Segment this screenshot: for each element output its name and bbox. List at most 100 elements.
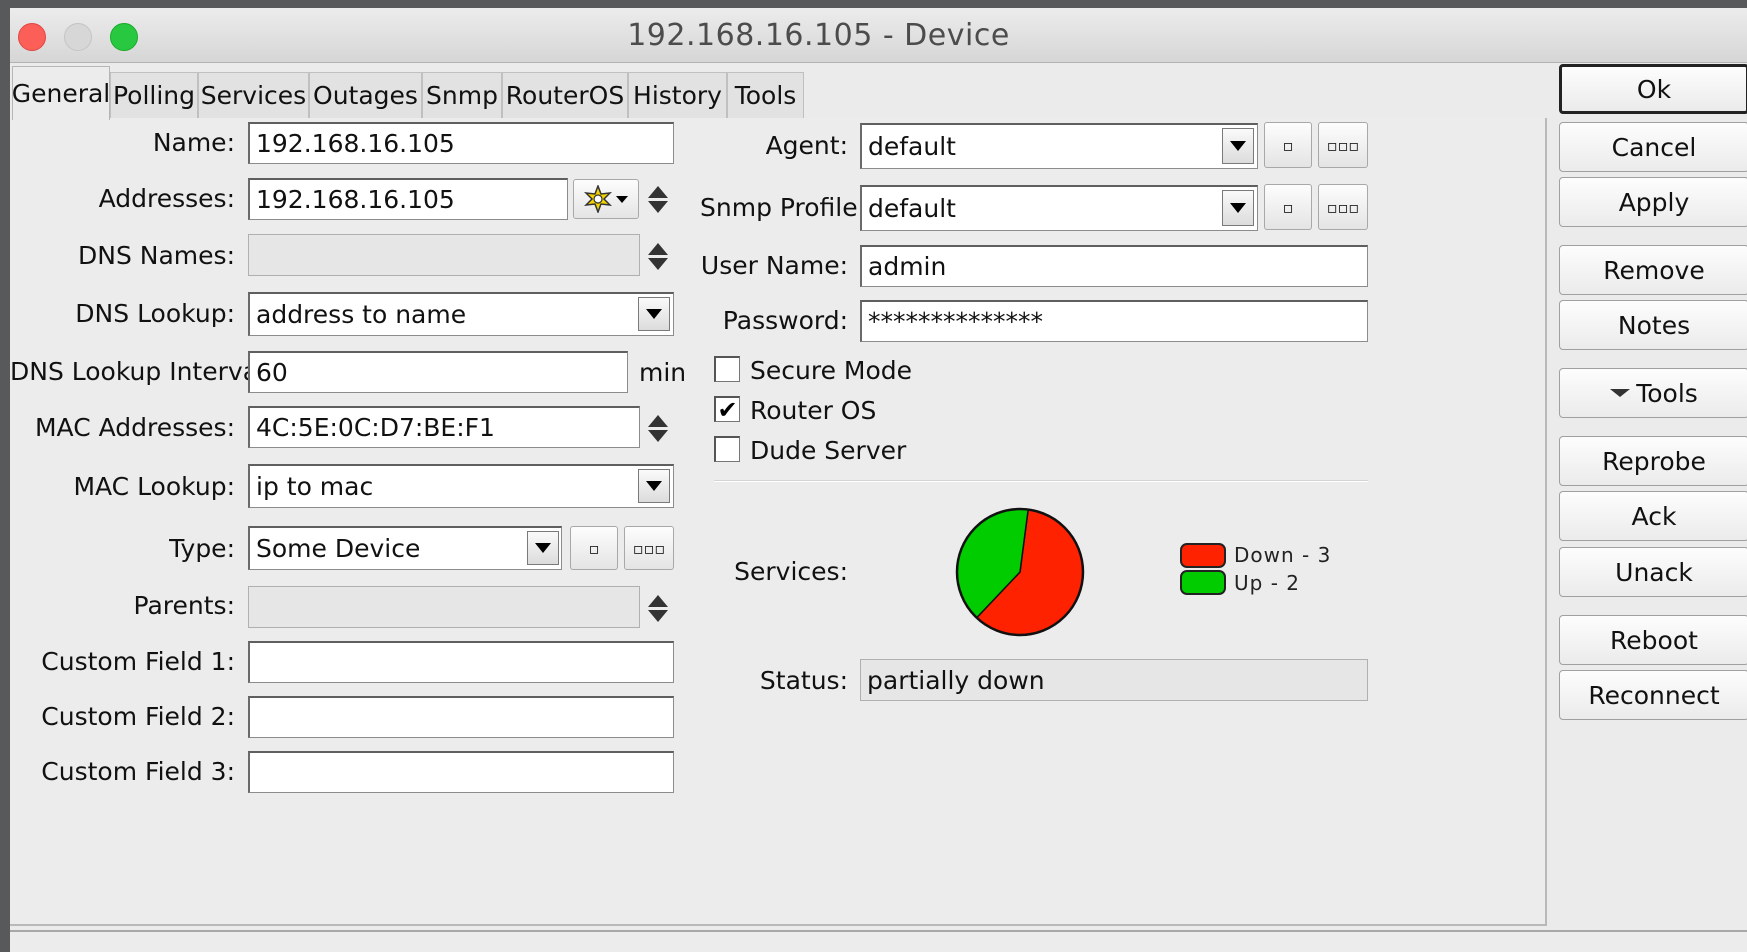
tab-tools[interactable]: Tools — [727, 72, 804, 118]
user-name-input[interactable]: admin — [860, 245, 1368, 287]
arrow-up-icon — [648, 242, 668, 255]
status-value: partially down — [860, 659, 1368, 701]
chevron-down-icon — [646, 309, 662, 319]
dns-lookup-value: address to name — [256, 300, 467, 329]
dns-names-spin[interactable] — [646, 237, 670, 275]
parents-spin[interactable] — [646, 589, 670, 627]
tab-history[interactable]: History — [628, 72, 727, 118]
dude-server-checkbox[interactable] — [714, 436, 740, 462]
tab-outages[interactable]: Outages — [309, 72, 422, 118]
parents-input[interactable] — [248, 586, 640, 628]
tools-menu-button[interactable]: Tools — [1559, 368, 1747, 418]
snmp-profile-value: default — [868, 194, 956, 223]
tab-snmp[interactable]: Snmp — [422, 72, 502, 118]
cancel-button[interactable]: Cancel — [1559, 122, 1747, 172]
type-edit-button[interactable]: ▫ — [570, 526, 618, 570]
services-label: Services: — [734, 557, 848, 586]
snmp-profile-label: Snmp Profile: — [700, 193, 867, 222]
tab-routeros[interactable]: RouterOS — [502, 72, 628, 118]
custom-field-2-label: Custom Field 2: — [41, 702, 235, 731]
chevron-down-icon — [616, 195, 628, 203]
ack-button[interactable]: Ack — [1559, 491, 1747, 541]
secure-mode-label: Secure Mode — [750, 356, 913, 385]
addresses-input[interactable]: 192.168.16.105 — [248, 178, 568, 220]
reconnect-button[interactable]: Reconnect — [1559, 670, 1747, 720]
mac-lookup-value: ip to mac — [256, 472, 374, 501]
agent-value: default — [868, 132, 956, 161]
chevron-down-icon — [646, 481, 662, 491]
arrow-up-icon — [648, 185, 668, 198]
dns-lookup-interval-input[interactable]: 60 — [248, 351, 628, 393]
name-label: Name: — [152, 128, 235, 157]
type-dropdown-button[interactable] — [527, 531, 559, 565]
agent-select[interactable]: default — [860, 123, 1258, 169]
mac-lookup-dropdown-button[interactable] — [638, 469, 670, 503]
router-os-checkbox[interactable]: ✔ — [714, 396, 740, 422]
custom-field-3-input[interactable] — [248, 751, 674, 793]
apply-button[interactable]: Apply — [1559, 177, 1747, 227]
snmp-profile-edit-button[interactable]: ▫ — [1264, 184, 1312, 230]
services-pie-chart — [955, 507, 1085, 637]
dns-names-input[interactable] — [248, 234, 640, 276]
mac-addresses-input[interactable]: 4C:5E:0C:D7:BE:F1 — [248, 406, 640, 448]
password-label: Password: — [722, 306, 848, 335]
notes-button[interactable]: Notes — [1559, 300, 1747, 350]
chevron-down-icon — [535, 543, 551, 553]
agent-edit-button[interactable]: ▫ — [1264, 122, 1312, 168]
agent-browse-button[interactable]: ▫▫▫ — [1318, 122, 1368, 168]
legend-label-up: Up - 2 — [1234, 571, 1300, 595]
snmp-profile-browse-button[interactable]: ▫▫▫ — [1318, 184, 1368, 230]
secure-mode-checkbox[interactable] — [714, 356, 740, 382]
snmp-profile-dropdown-button[interactable] — [1222, 190, 1254, 226]
unack-button[interactable]: Unack — [1559, 547, 1747, 597]
user-name-label: User Name: — [700, 251, 848, 280]
checkmark-icon: ✔ — [717, 395, 738, 424]
custom-field-2-input[interactable] — [248, 696, 674, 738]
interval-unit: min — [639, 358, 687, 387]
type-label: Type: — [169, 534, 235, 563]
menu-triangle-icon — [1610, 389, 1631, 397]
device-window: 192.168.16.105 - Device General Polling … — [10, 8, 1747, 952]
chevron-down-icon — [1230, 203, 1246, 213]
dns-lookup-label: DNS Lookup: — [75, 299, 235, 328]
dude-server-label: Dude Server — [750, 436, 907, 465]
type-select[interactable]: Some Device — [248, 526, 562, 570]
custom-field-1-input[interactable] — [248, 641, 674, 683]
tools-button-label: Tools — [1636, 378, 1698, 408]
agent-dropdown-button[interactable] — [1222, 128, 1254, 164]
ok-button[interactable]: Ok — [1559, 64, 1747, 114]
dns-names-label: DNS Names: — [78, 241, 235, 270]
password-input[interactable]: ************** — [860, 300, 1368, 342]
arrow-down-icon — [648, 200, 668, 213]
arrow-down-icon — [648, 609, 668, 622]
dns-lookup-select[interactable]: address to name — [248, 292, 674, 336]
chevron-down-icon — [1230, 141, 1246, 151]
remove-button[interactable]: Remove — [1559, 245, 1747, 295]
addresses-spin[interactable] — [646, 180, 670, 218]
gear-star-icon — [584, 185, 612, 213]
addresses-label: Addresses: — [98, 184, 235, 213]
mac-lookup-select[interactable]: ip to mac — [248, 464, 674, 508]
reprobe-button[interactable]: Reprobe — [1559, 436, 1747, 486]
status-label: Status: — [759, 666, 848, 695]
arrow-down-icon — [648, 257, 668, 270]
address-actions-button[interactable] — [573, 179, 639, 219]
legend-swatch-down — [1180, 543, 1226, 568]
type-browse-button[interactable]: ▫▫▫ — [624, 526, 674, 570]
custom-field-3-label: Custom Field 3: — [41, 757, 235, 786]
mac-addresses-label: MAC Addresses: — [34, 413, 235, 442]
general-panel — [10, 118, 1547, 926]
type-value: Some Device — [256, 534, 421, 563]
router-os-label: Router OS — [750, 396, 877, 425]
arrow-up-icon — [648, 594, 668, 607]
mac-addresses-spin[interactable] — [646, 409, 670, 447]
tab-services[interactable]: Services — [198, 72, 309, 118]
tab-polling[interactable]: Polling — [110, 72, 198, 118]
dns-lookup-dropdown-button[interactable] — [638, 297, 670, 331]
reboot-button[interactable]: Reboot — [1559, 615, 1747, 665]
legend-label-down: Down - 3 — [1234, 543, 1332, 567]
snmp-profile-select[interactable]: default — [860, 185, 1258, 231]
tab-general[interactable]: General — [12, 66, 110, 120]
name-input[interactable]: 192.168.16.105 — [248, 122, 674, 164]
parents-label: Parents: — [133, 591, 235, 620]
